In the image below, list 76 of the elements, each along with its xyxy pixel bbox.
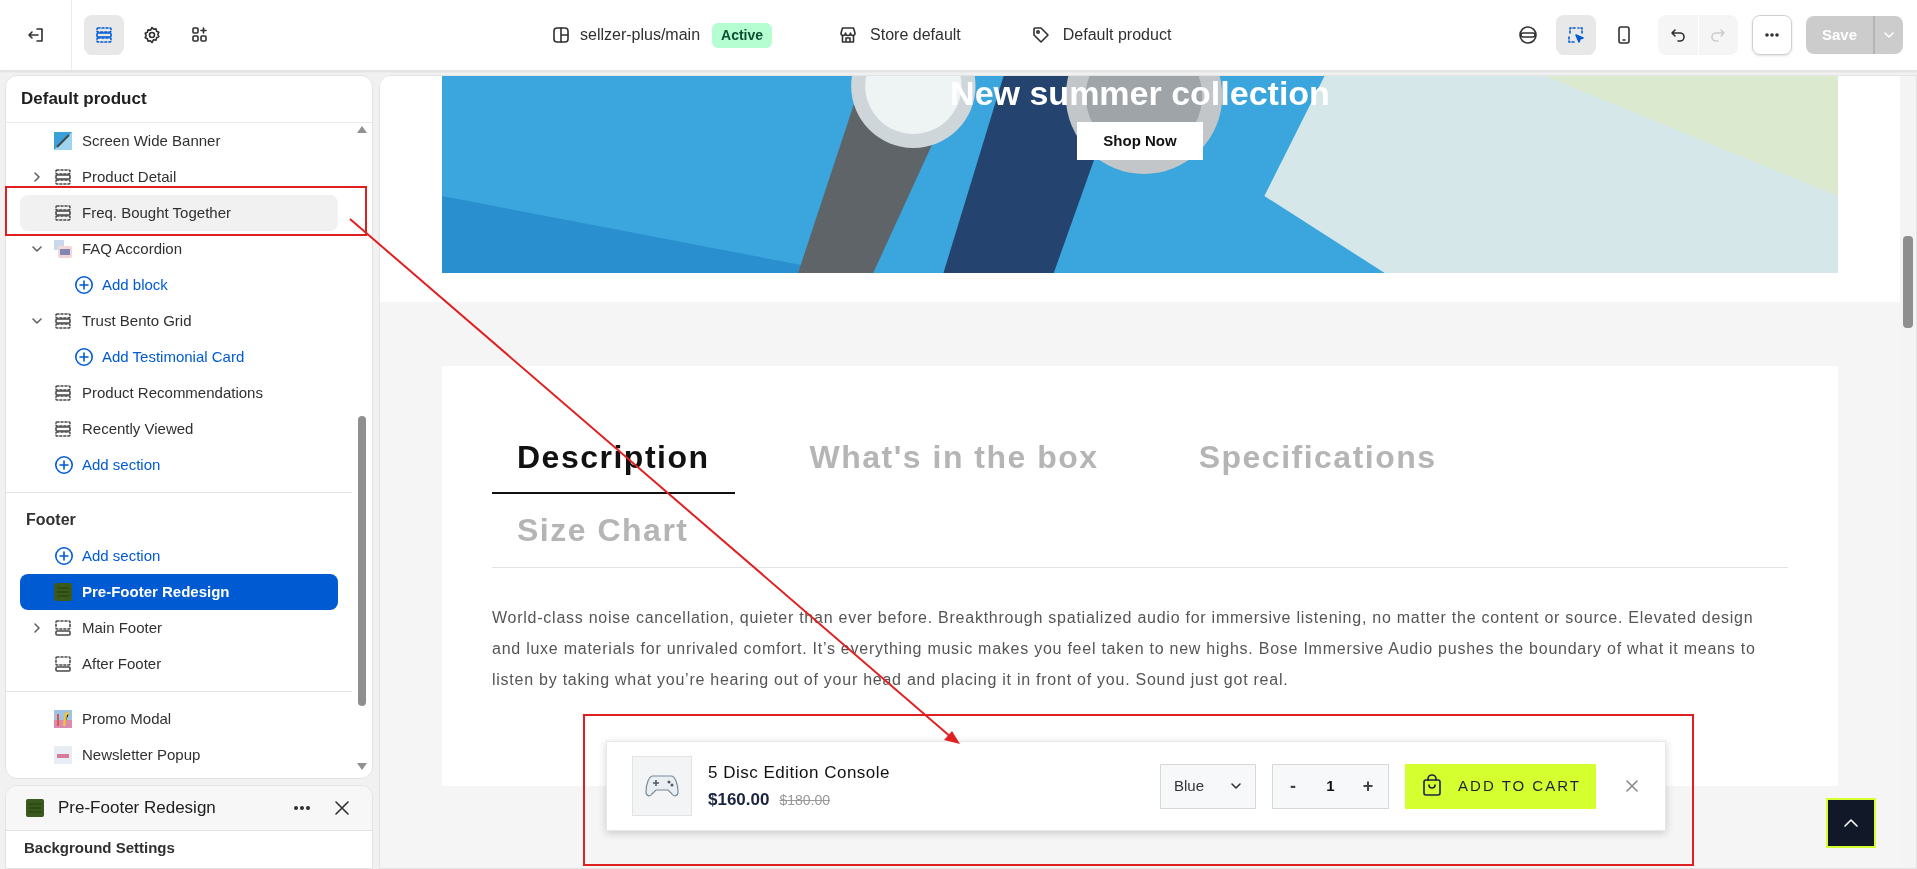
masked-face-icon <box>1516 24 1539 46</box>
close-icon <box>1624 778 1640 794</box>
section-item[interactable]: Trust Bento Grid <box>20 303 338 339</box>
section-item[interactable]: FAQ Accordion <box>20 231 338 267</box>
faq-thumbnail-icon <box>54 240 72 258</box>
add-icon <box>74 347 94 367</box>
product-name: 5 Disc Edition Console <box>708 761 891 784</box>
close-button[interactable] <box>332 798 352 818</box>
section-item[interactable]: Recently Viewed <box>20 411 338 447</box>
increase-button[interactable]: + <box>1354 772 1382 800</box>
exit-icon <box>25 25 46 45</box>
section-item[interactable]: Promo Modal <box>20 701 338 737</box>
section-icon <box>54 204 72 222</box>
template-name: Default product <box>1062 25 1172 45</box>
variant-select[interactable]: Blue <box>1160 763 1256 809</box>
add-apps-icon <box>190 25 210 45</box>
add-link[interactable]: Add section <box>54 544 161 568</box>
section-item[interactable]: Freq. Bought Together <box>20 195 338 231</box>
add-icon <box>54 455 74 475</box>
section-item[interactable]: Product Detail <box>20 159 338 195</box>
close-icon <box>332 798 352 818</box>
quantity-value: 1 <box>1326 775 1335 796</box>
gamepad-icon <box>645 774 679 798</box>
sections-tool-button[interactable] <box>84 15 124 55</box>
more-icon <box>294 806 310 810</box>
add-icon <box>74 275 94 295</box>
layout-icon <box>552 26 570 44</box>
section-icon <box>54 168 72 186</box>
product-price: $160.00 <box>708 789 770 811</box>
section-heading: Background Settings <box>23 838 176 858</box>
more-button[interactable] <box>294 806 310 810</box>
settings-title: Pre-Footer Redesign <box>58 797 216 820</box>
add-link[interactable]: Add block <box>74 273 168 297</box>
banner-thumbnail-icon <box>54 132 72 150</box>
add-link[interactable]: Add section <box>54 453 161 477</box>
section-item[interactable]: Product Recommendations <box>20 375 338 411</box>
section-item[interactable]: Screen Wide Banner <box>20 123 338 159</box>
footer-section-icon <box>54 619 72 637</box>
section-item[interactable]: Main Footer <box>20 610 338 646</box>
section-item[interactable]: Newsletter Popup <box>20 737 338 773</box>
more-icon <box>1764 33 1779 37</box>
status-badge: Active <box>712 22 773 48</box>
section-item[interactable]: Pre-Footer Redesign <box>20 574 338 610</box>
decrease-button[interactable]: - <box>1279 772 1307 800</box>
add-icon <box>54 546 74 566</box>
settings-icon <box>142 25 162 45</box>
scroll-to-top-button[interactable] <box>1826 798 1876 848</box>
section-icon <box>54 384 72 402</box>
promo-thumbnail-icon <box>54 710 72 728</box>
store-icon <box>838 25 859 45</box>
section-item[interactable]: After Footer <box>20 646 338 682</box>
newsletter-thumbnail-icon <box>54 746 72 764</box>
chevron-down-icon[interactable] <box>31 315 43 327</box>
chevron-right-icon[interactable] <box>31 622 43 634</box>
section-icon <box>54 420 72 438</box>
shop-now-button[interactable]: Shop Now <box>1077 122 1203 160</box>
chevron-down-icon[interactable] <box>31 243 43 255</box>
add-to-cart-button[interactable]: ADD TO CART <box>1405 763 1596 809</box>
inspector-button[interactable] <box>1555 15 1596 55</box>
scrollbar[interactable] <box>1900 76 1916 868</box>
compare-price: $180.00 <box>779 791 831 810</box>
sections-icon <box>94 25 114 45</box>
tag-icon <box>1030 25 1051 45</box>
section-icon <box>54 312 72 330</box>
quantity-stepper[interactable]: - 1 + <box>1272 763 1389 809</box>
select-pointer-icon <box>1565 25 1586 45</box>
footer-section-icon <box>54 655 72 673</box>
chevron-right-icon[interactable] <box>31 171 43 183</box>
store-name: Store default <box>870 25 961 45</box>
branch-name: sellzer-plus/main <box>580 25 701 45</box>
section-thumbnail-icon <box>26 799 44 817</box>
group-heading: Footer <box>25 510 77 530</box>
chevron-down-icon <box>1230 780 1242 792</box>
panel-title: Default product <box>6 76 372 123</box>
section-thumbnail-icon <box>54 583 72 601</box>
add-link[interactable]: Add Testimonial Card <box>74 345 245 369</box>
